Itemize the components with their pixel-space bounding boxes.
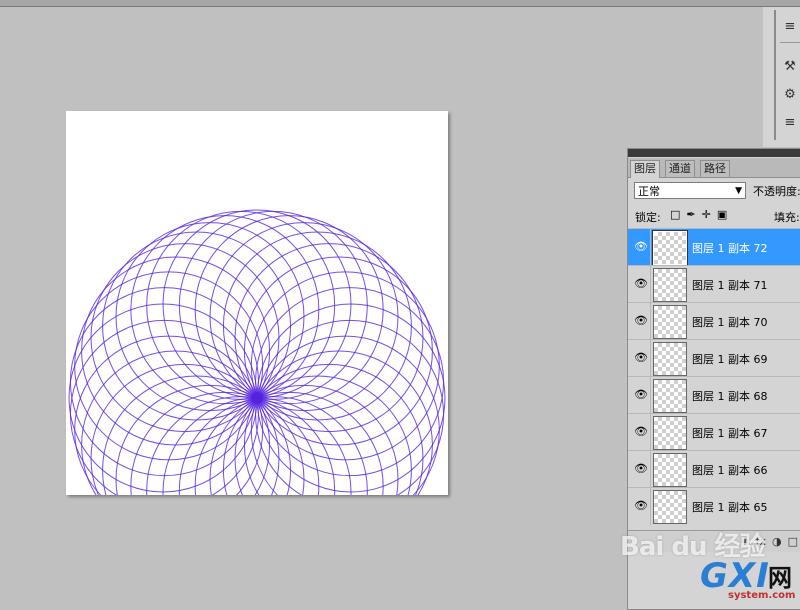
paragraph-icon[interactable]: ≡ — [780, 112, 800, 132]
spiro-center — [251, 392, 263, 404]
layer-thumbnail — [653, 268, 687, 302]
eye-icon[interactable]: 👁 — [634, 239, 648, 253]
column-divider — [650, 340, 651, 377]
top-bar — [0, 0, 800, 7]
layer-thumbnail — [652, 230, 688, 266]
layer-thumbnail — [653, 416, 687, 450]
layer-name: 图层 1 副本 65 — [692, 501, 768, 514]
fill-label: 填充: — [774, 211, 800, 224]
layer-name: 图层 1 副本 72 — [692, 242, 768, 255]
column-divider — [650, 488, 651, 525]
spiro-ring — [69, 319, 259, 495]
clone-tool-icon[interactable]: ⚙ — [780, 84, 800, 104]
column-divider — [650, 303, 651, 340]
layer-thumbnail — [653, 342, 687, 376]
eye-icon[interactable]: 👁 — [634, 498, 648, 512]
column-divider — [650, 377, 651, 414]
layer-name: 图层 1 副本 69 — [692, 353, 768, 366]
layer-row[interactable]: 👁 图层 1 副本 69 — [628, 339, 800, 377]
eye-icon[interactable]: 👁 — [634, 461, 648, 475]
layer-thumbnail — [653, 379, 687, 413]
column-divider — [650, 229, 651, 266]
layer-name: 图层 1 副本 67 — [692, 427, 768, 440]
column-divider — [650, 451, 651, 488]
dock-divider — [780, 42, 800, 43]
site-logo-cn: 网 — [768, 564, 792, 592]
panel-title-bar[interactable] — [628, 149, 800, 157]
layer-row[interactable]: 👁 图层 1 副本 68 — [628, 376, 800, 414]
eye-icon[interactable]: 👁 — [634, 387, 648, 401]
lock-transparent-icon[interactable]: □ — [670, 208, 680, 221]
spiro-ring — [162, 397, 352, 495]
eye-icon[interactable]: 👁 — [634, 350, 648, 364]
layer-row[interactable]: 👁 图层 1 副本 66 — [628, 450, 800, 488]
layer-row[interactable]: 👁 图层 1 副本 70 — [628, 302, 800, 340]
site-domain: system.com — [728, 590, 796, 601]
tab-paths[interactable]: 路径 — [700, 160, 730, 177]
eye-icon[interactable]: 👁 — [634, 424, 648, 438]
new-group-icon[interactable]: □ — [788, 535, 798, 548]
dock-separator — [774, 10, 776, 140]
document-canvas[interactable] — [66, 111, 448, 495]
layer-name: 图层 1 副本 70 — [692, 316, 768, 329]
blend-mode-select[interactable]: 正常 ▼ — [634, 182, 746, 199]
site-watermark: GXI 网 system.com — [700, 556, 800, 601]
lock-label: 锁定: — [635, 211, 661, 224]
layer-thumbnail — [653, 453, 687, 487]
column-divider — [650, 414, 651, 451]
lock-move-icon[interactable]: ✛ — [702, 208, 711, 221]
adjustment-layer-icon[interactable]: ◑ — [772, 535, 782, 548]
layer-name: 图层 1 副本 68 — [692, 390, 768, 403]
spirograph-artwork — [68, 209, 446, 495]
lock-options: □ ✒ ✛ ▣ — [670, 208, 727, 221]
eye-icon[interactable]: 👁 — [634, 313, 648, 327]
tab-channels[interactable]: 通道 — [665, 160, 695, 177]
lock-paint-icon[interactable]: ✒ — [686, 208, 695, 221]
lock-all-icon[interactable]: ▣ — [717, 208, 727, 221]
layer-thumbnail — [653, 305, 687, 339]
layer-name: 图层 1 副本 71 — [692, 279, 768, 292]
layer-row[interactable]: 👁 图层 1 副本 71 — [628, 265, 800, 303]
blend-mode-value: 正常 — [638, 185, 660, 198]
opacity-label: 不透明度: — [753, 185, 800, 198]
layer-row[interactable]: 👁 图层 1 副本 67 — [628, 413, 800, 451]
panel-tabs: 图层 通道 路径 — [628, 158, 800, 178]
brush-tool-icon[interactable]: ⚒ — [780, 56, 800, 76]
layer-name: 图层 1 副本 66 — [692, 464, 768, 477]
layer-row[interactable]: 👁 图层 1 副本 65 — [628, 487, 800, 525]
spiro-ring — [255, 319, 445, 495]
eye-icon[interactable]: 👁 — [634, 276, 648, 290]
tab-layers[interactable]: 图层 — [630, 160, 660, 178]
dock-expand-icon[interactable]: ≡ — [780, 16, 800, 36]
layer-thumbnail — [653, 490, 687, 524]
column-divider — [650, 266, 651, 303]
chevron-down-icon: ▼ — [735, 186, 742, 196]
layer-row[interactable]: 👁 图层 1 副本 72 — [628, 228, 800, 266]
